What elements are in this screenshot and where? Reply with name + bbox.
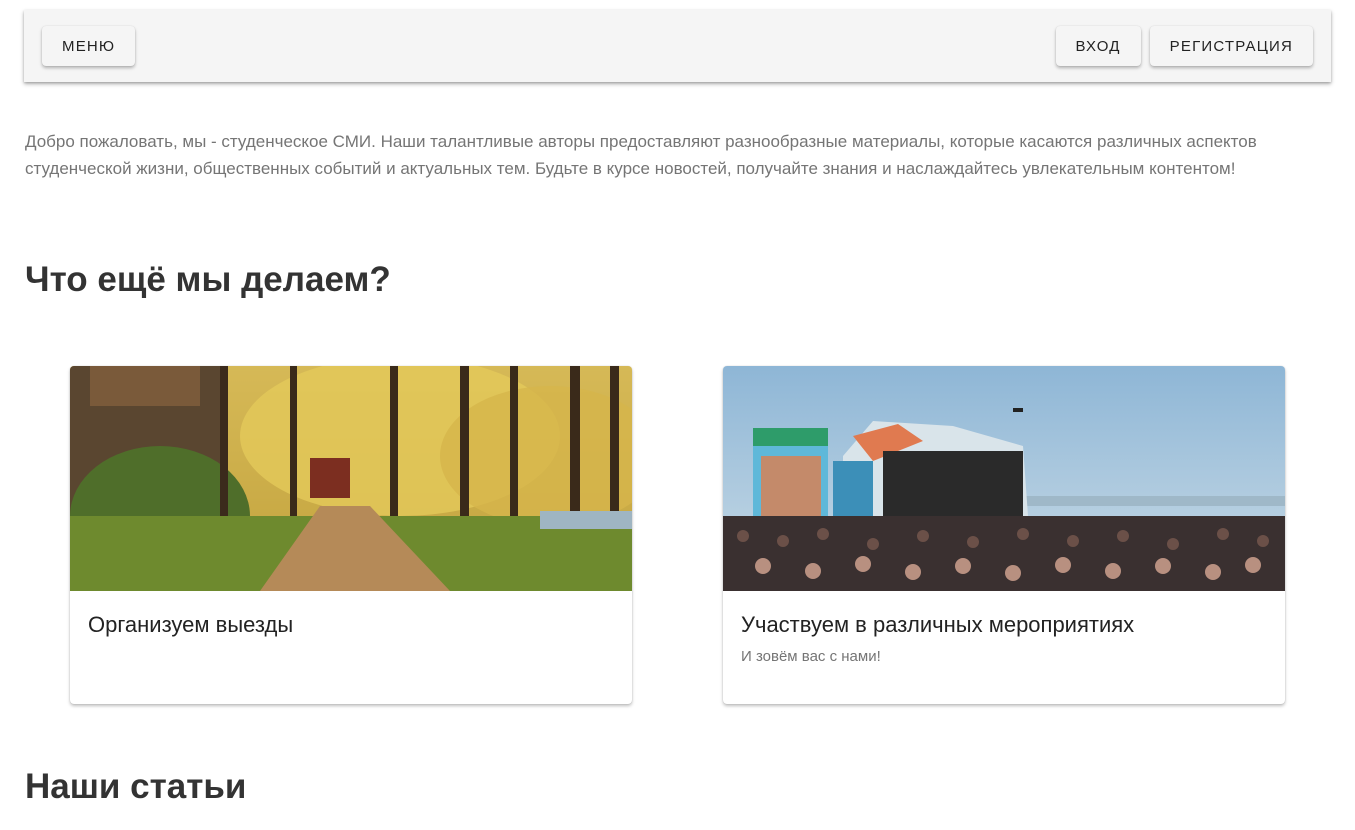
intro-text: Добро пожаловать, мы - студенческое СМИ.… <box>25 132 1257 178</box>
card-events[interactable]: Участвуем в различных мероприятиях И зов… <box>723 366 1285 704</box>
section-heading-articles: Наши статьи <box>25 767 247 806</box>
card-title: Организуем выезды <box>88 612 294 637</box>
section-heading-what-we-do: Что ещё мы делаем? <box>25 260 391 299</box>
card-title: Участвуем в различных мероприятиях <box>741 612 1135 637</box>
register-button[interactable]: РЕГИСТРАЦИЯ <box>1149 26 1313 66</box>
festival-crowd-photo <box>723 366 1285 591</box>
login-button[interactable]: ВХОД <box>1055 26 1141 66</box>
menu-button[interactable]: МЕНЮ <box>42 26 136 66</box>
auth-buttons: ВХОД РЕГИСТРАЦИЯ <box>1055 26 1313 66</box>
card-subtitle: И зовём вас с нами! <box>741 648 881 665</box>
autumn-forest-photo <box>70 366 632 591</box>
app-bar: МЕНЮ ВХОД РЕГИСТРАЦИЯ <box>24 10 1331 82</box>
card-trips[interactable]: Организуем выезды <box>70 366 632 704</box>
